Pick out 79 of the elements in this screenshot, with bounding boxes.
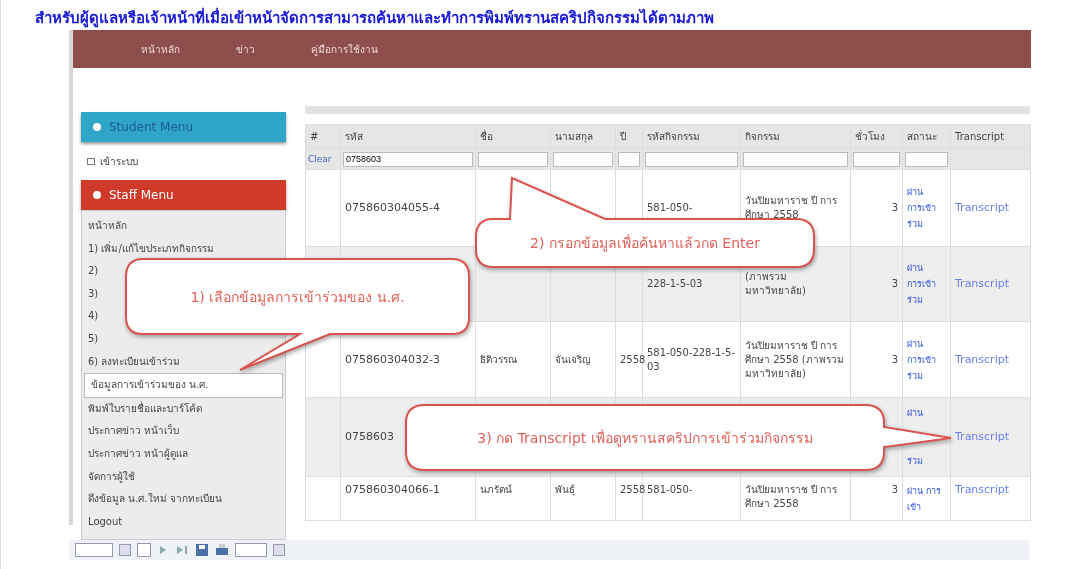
menu-title: Staff Menu bbox=[109, 188, 174, 202]
table-cell: 228-1-5-03 bbox=[647, 278, 703, 289]
save-icon[interactable] bbox=[195, 543, 209, 557]
table-cell: วันปิยมหาราช ปี การศึกษา 2558 bbox=[745, 484, 838, 509]
menu-link[interactable]: เข้าระบบ bbox=[100, 153, 138, 169]
table-cell: 581-050- bbox=[647, 484, 693, 495]
table-cell: วันปิยมหาราช ปี การศึกษา 2558 (ภาพรวม มหาวิทยาลัย) bbox=[745, 339, 844, 379]
filter-field[interactable] bbox=[618, 151, 640, 167]
menu-item[interactable]: ประกาศข่าว หน้าเว็บ bbox=[82, 420, 184, 443]
zoom-field[interactable] bbox=[235, 543, 267, 557]
menu-item[interactable]: ข้อมูลการเข้าร่วมของ น.ศ. bbox=[84, 373, 283, 398]
nav-link[interactable]: ข่าว bbox=[208, 41, 283, 57]
callout-text: 3) กด Transcript เพื่อดูทรานสคริปการเข้าร่วมกิจกรรม bbox=[477, 428, 813, 449]
table-cell: (ภาพรวม มหาวิทยาลัย) bbox=[745, 271, 806, 296]
table-cell: 075860304032-3 bbox=[345, 352, 440, 366]
table-cell: จันเจริญ bbox=[555, 353, 591, 365]
column-header[interactable]: สถานะ bbox=[902, 124, 951, 149]
column-header[interactable]: ชื่อ bbox=[475, 124, 551, 149]
table-cell: 581-050-228-1-5-03 bbox=[647, 346, 736, 372]
menu-item[interactable]: Logout bbox=[82, 510, 127, 534]
menu-item[interactable]: 4) bbox=[82, 305, 103, 328]
table-cell: 2558 bbox=[620, 353, 646, 365]
menu-item[interactable]: 2) bbox=[82, 260, 103, 283]
bullet-icon bbox=[93, 191, 101, 199]
callout-text: 1) เลือกข้อมูลการเข้าร่วมของ น.ศ. bbox=[190, 287, 405, 308]
menu-item[interactable]: 1) เพิ่ม/แก้ไขประเภทกิจกรรม bbox=[82, 237, 218, 261]
page-heading: สำหรับผู้ดูแลหรือเจ้าหน้าที่เมื่อเข้าหน้าจัดการสามารถค้นหาและทำการพิมพ์ทรานสคริปกิจกรรมได้ตามภาพ bbox=[35, 6, 714, 30]
table-cell: 3 bbox=[891, 353, 898, 365]
nav-link[interactable]: หน้าหลัก bbox=[113, 41, 208, 57]
column-header[interactable]: รหัสกิจกรรม bbox=[642, 124, 741, 149]
filter-field[interactable] bbox=[905, 151, 948, 167]
menu-item[interactable]: 5) bbox=[82, 327, 103, 351]
filter-field[interactable]: 0758603 bbox=[343, 151, 473, 167]
dropdown-icon[interactable] bbox=[273, 544, 285, 556]
table-cell: 581-050- bbox=[647, 202, 693, 213]
table-cell: นภรัตน์ bbox=[480, 484, 512, 495]
column-header[interactable]: นามสกุล bbox=[550, 124, 616, 149]
menu-item[interactable]: หน้าหลัก bbox=[82, 215, 131, 238]
table-cell: ธิติวรรณ bbox=[480, 353, 517, 365]
last-page-icon[interactable] bbox=[175, 544, 189, 556]
table-cell: 0758603 bbox=[345, 430, 394, 443]
column-header[interactable]: กิจกรรม bbox=[740, 124, 851, 149]
filter-field[interactable] bbox=[553, 151, 613, 167]
column-header[interactable]: ชั่วโมง bbox=[850, 124, 903, 149]
transcript-link[interactable]: Transcript bbox=[955, 201, 1009, 214]
table-cell: 3 bbox=[891, 484, 898, 495]
table-cell: 3 bbox=[891, 278, 898, 289]
filter-field[interactable] bbox=[478, 151, 548, 167]
column-header[interactable]: ปี bbox=[615, 124, 643, 149]
print-icon[interactable] bbox=[215, 543, 229, 557]
callout-text: 2) กรอกข้อมูลเพื่อค้นหาแล้วกด Enter bbox=[530, 233, 760, 254]
nav-link[interactable]: คู่มือการใช้งาน bbox=[283, 41, 406, 57]
menu-title: Student Menu bbox=[109, 120, 193, 134]
filter-field[interactable] bbox=[645, 151, 738, 167]
menu-header[interactable]: Staff Menu bbox=[81, 180, 286, 210]
menu-item[interactable]: พิมพ์ใบรายชื่อและบาร์โค้ด bbox=[82, 397, 206, 421]
transcript-link[interactable]: Transcript bbox=[955, 352, 1009, 366]
table-cell: พันธุ์ bbox=[555, 484, 575, 495]
column-header[interactable]: รหัส bbox=[340, 124, 476, 149]
menu-item[interactable]: ประกาศข่าว หน้าผู้ดูแล bbox=[82, 442, 193, 466]
column-header[interactable]: # bbox=[305, 124, 341, 149]
table-cell: 3 bbox=[891, 202, 898, 213]
bullet-icon bbox=[93, 123, 101, 131]
column-header[interactable]: Transcript bbox=[950, 124, 1031, 149]
table-cell: 2558 bbox=[620, 484, 646, 495]
page-number-field[interactable] bbox=[137, 543, 151, 557]
menu-item[interactable]: 3) bbox=[82, 282, 103, 306]
table-cell: วันปิยมหาราช ปี การศึกษา 2558 bbox=[745, 195, 838, 220]
square-icon bbox=[87, 157, 95, 165]
dropdown-icon[interactable] bbox=[119, 544, 131, 556]
page-field[interactable] bbox=[75, 543, 113, 557]
filter-field[interactable] bbox=[853, 151, 900, 167]
table-cell: 075860304066-1 bbox=[345, 483, 440, 496]
transcript-link[interactable]: Transcript bbox=[955, 483, 1009, 496]
menu-item[interactable]: ดึงข้อมูล น.ศ.ใหม่ จากทะเบียน bbox=[82, 488, 226, 511]
table-cell: 075860304055-4 bbox=[345, 201, 440, 214]
filter-field[interactable] bbox=[743, 151, 848, 167]
menu-item[interactable]: 6) ลงทะเบียนเข้าร่วม bbox=[82, 350, 185, 374]
menu-item[interactable]: จัดการผู้ใช้ bbox=[82, 465, 139, 489]
